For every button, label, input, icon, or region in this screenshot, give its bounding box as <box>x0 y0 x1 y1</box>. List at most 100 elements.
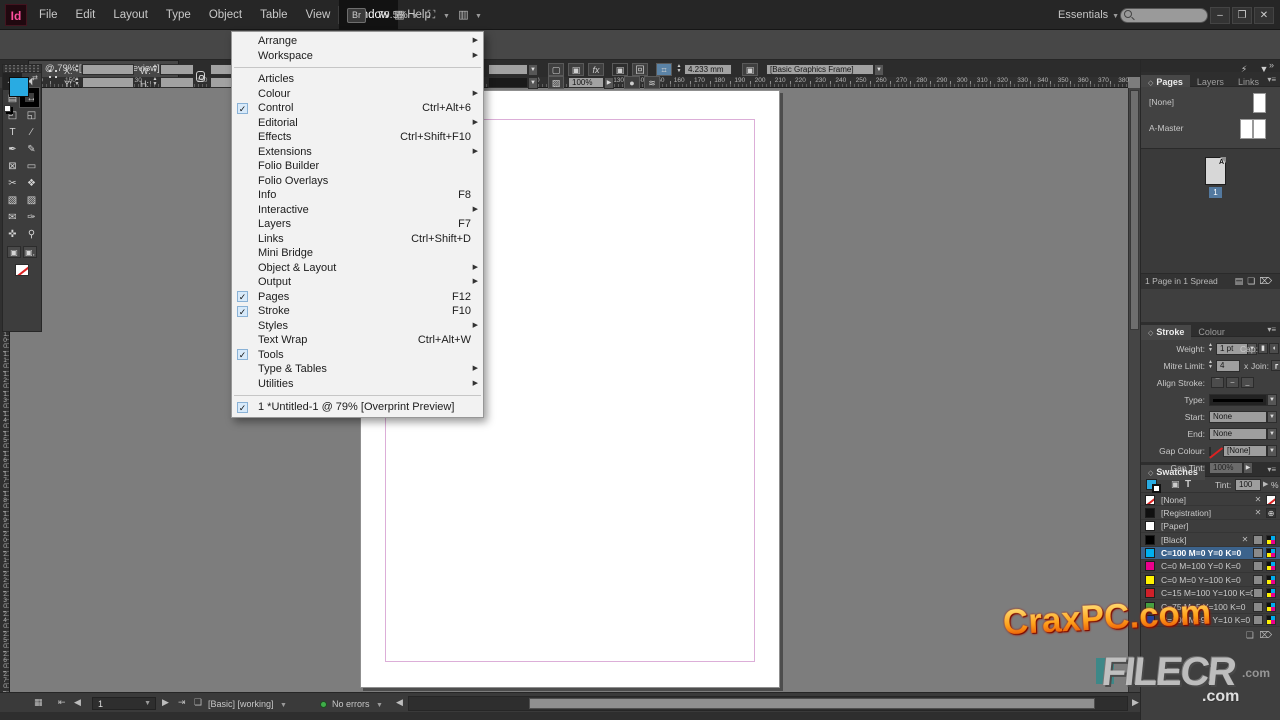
tint-caret[interactable]: ▶ <box>1263 480 1268 488</box>
hand-tool[interactable]: ✜ <box>3 226 22 243</box>
stroke-panel-menu-icon[interactable]: ▾≡ <box>1267 322 1280 337</box>
quick-apply-icon[interactable]: ⚡ <box>1236 63 1252 76</box>
page-number-dropdown[interactable]: 1 ▼ <box>92 697 156 710</box>
gradient-swatch-tool[interactable]: ▧ <box>3 192 22 209</box>
rectangle-tool[interactable]: ▭ <box>22 158 41 175</box>
zoom-tool[interactable]: ⚲ <box>22 226 41 243</box>
new-page-icon[interactable]: ❏ <box>1247 276 1259 286</box>
minimize-button[interactable]: – <box>1210 7 1230 24</box>
align-outside-button[interactable]: _ <box>1241 377 1254 388</box>
window-menu-item-folio-builder[interactable]: Folio Builder <box>232 159 483 174</box>
object-style-icon[interactable]: ▣ <box>568 63 584 76</box>
swatch-paper[interactable]: [Paper] <box>1141 520 1280 533</box>
scissors-tool[interactable]: ✂ <box>3 175 22 192</box>
search-input[interactable] <box>1120 8 1208 23</box>
restore-button[interactable]: ❐ <box>1232 7 1252 24</box>
window-menu-item-pages[interactable]: ✓PagesF12 <box>232 290 483 305</box>
window-menu-item-workspace[interactable]: Workspace▶ <box>232 49 483 64</box>
page-number-badge[interactable]: 1 <box>1209 187 1222 198</box>
last-page-icon[interactable]: ⇥ <box>178 697 186 708</box>
swatch-c-100-m-0-y-0-k-0[interactable]: C=100 M=0 Y=0 K=0 <box>1141 547 1280 560</box>
object-states-icon[interactable]: ▣ <box>742 63 758 76</box>
window-menu-item-extensions[interactable]: Extensions▶ <box>232 145 483 160</box>
window-menu-item-articles[interactable]: Articles <box>232 72 483 87</box>
container-toggle-icon[interactable]: ▣ <box>1171 479 1180 490</box>
effects-fx-button[interactable]: fx <box>588 63 604 76</box>
w-field[interactable] <box>160 64 194 75</box>
window-menu-item-styles[interactable]: Styles▶ <box>232 319 483 334</box>
stroke-swatch-proxy[interactable] <box>1152 484 1161 493</box>
rectangle-frame-tool[interactable]: ⊠ <box>3 158 22 175</box>
opacity-field[interactable]: 100% <box>568 77 604 88</box>
menu-view[interactable]: View <box>297 0 340 30</box>
panel-menu-caret[interactable]: ▼ <box>1256 63 1272 76</box>
workspace-switcher[interactable]: Essentials▼ <box>1058 0 1119 32</box>
swatch-registration[interactable]: [Registration]✕⊕ <box>1141 506 1280 519</box>
tools-panel-grip[interactable] <box>3 65 41 73</box>
frame-fitting-icon[interactable]: 回 <box>632 63 648 76</box>
mitre-stepper[interactable]: ▲▼ <box>1207 360 1214 370</box>
swatch-black[interactable]: [Black]✕ <box>1141 533 1280 546</box>
type-tool[interactable]: T <box>3 124 22 141</box>
end-select-caret[interactable]: ▼ <box>1267 428 1277 440</box>
preflight-errors-dropdown[interactable]: No errors ▼ <box>332 697 383 713</box>
swatch-c-0-m-100-y-0-k-0[interactable]: C=0 M=100 Y=0 K=0 <box>1141 560 1280 573</box>
new-swatch-icon[interactable]: ❏ <box>1246 630 1254 641</box>
y-stepper[interactable]: ▲▼ <box>74 77 80 88</box>
apply-none-button[interactable] <box>15 264 29 276</box>
stroke-weight-caret[interactable]: ▼ <box>528 64 538 76</box>
preview-mode-button[interactable]: ▣, <box>23 246 37 258</box>
preflight-profile-dropdown[interactable]: [Basic] [working] ▼ <box>208 697 287 713</box>
page-size-icon[interactable]: ▤ <box>1235 276 1248 286</box>
document-canvas[interactable] <box>10 88 1128 692</box>
transparency-icon[interactable]: ● <box>624 76 640 89</box>
wrap-icon[interactable]: ≋ <box>644 76 660 89</box>
tint-field[interactable]: 100 <box>1235 479 1261 491</box>
eyedropper-tool[interactable]: ✑ <box>22 209 41 226</box>
close-button[interactable]: ✕ <box>1254 7 1274 24</box>
x-field[interactable] <box>82 64 134 75</box>
window-menu-item-type-tables[interactable]: Type & Tables▶ <box>232 362 483 377</box>
gap-colour-caret[interactable]: ▼ <box>1267 445 1277 457</box>
normal-view-mode-button[interactable]: ▣ <box>7 246 21 258</box>
stroke-tab-colour[interactable]: Colour <box>1191 325 1232 340</box>
gradient-feather-tool[interactable]: ▨ <box>22 192 41 209</box>
window-menu-item-utilities[interactable]: Utilities▶ <box>232 377 483 392</box>
reference-point-proxy[interactable] <box>46 67 61 82</box>
horizontal-scrollbar[interactable] <box>408 696 1128 711</box>
stroke-type-select[interactable] <box>1209 394 1267 406</box>
view-fit-icon[interactable]: ▦ <box>34 697 43 708</box>
free-transform-tool[interactable]: ❖ <box>22 175 41 192</box>
corner-radius-field[interactable]: 4.233 mm <box>684 64 732 75</box>
end-select[interactable]: None <box>1209 428 1267 440</box>
master-none[interactable]: [None] <box>1141 91 1280 117</box>
page-1-thumbnail[interactable]: A <box>1205 157 1226 185</box>
window-menu-item-layers[interactable]: LayersF7 <box>232 217 483 232</box>
stroke-tab-stroke[interactable]: ◇Stroke <box>1141 325 1191 340</box>
delete-swatch-icon[interactable]: ⌦ <box>1259 630 1272 641</box>
previous-page-icon[interactable]: ◀ <box>74 697 81 708</box>
menu-object[interactable]: Object <box>200 0 251 30</box>
x-stepper[interactable]: ▲▼ <box>74 64 80 75</box>
pen-tool[interactable]: ✒ <box>3 141 22 158</box>
window-menu-item-1-untitled-1-79-overprint-preview[interactable]: ✓1 *Untitled-1 @ 79% [Overprint Preview] <box>232 400 483 415</box>
window-menu-item-interactive[interactable]: Interactive▶ <box>232 203 483 218</box>
w-stepper[interactable]: ▲▼ <box>152 64 158 75</box>
window-menu-item-info[interactable]: InfoF8 <box>232 188 483 203</box>
stroke-type-caret[interactable]: ▼ <box>528 77 538 89</box>
object-style-dropdown[interactable]: [Basic Graphics Frame] <box>766 64 874 75</box>
default-fill-stroke-icon[interactable] <box>4 105 11 112</box>
gap-tint-caret[interactable]: ▶ <box>1243 462 1253 474</box>
menu-edit[interactable]: Edit <box>67 0 105 30</box>
corner-options-icon[interactable]: ⌗ <box>656 63 672 76</box>
preflight-pages-icon[interactable]: ❏ <box>194 697 202 708</box>
window-menu-item-control[interactable]: ✓ControlCtrl+Alt+6 <box>232 101 483 116</box>
stroke-type-select-caret[interactable]: ▼ <box>1267 394 1277 406</box>
window-menu-item-output[interactable]: Output▶ <box>232 275 483 290</box>
h-stepper[interactable]: ▲▼ <box>152 77 158 88</box>
menu-layout[interactable]: Layout <box>104 0 157 30</box>
next-page-icon[interactable]: ▶ <box>162 697 169 708</box>
menu-file[interactable]: File <box>30 0 67 30</box>
menu-table[interactable]: Table <box>251 0 297 30</box>
weight-stepper[interactable]: ▲▼ <box>1207 343 1214 353</box>
